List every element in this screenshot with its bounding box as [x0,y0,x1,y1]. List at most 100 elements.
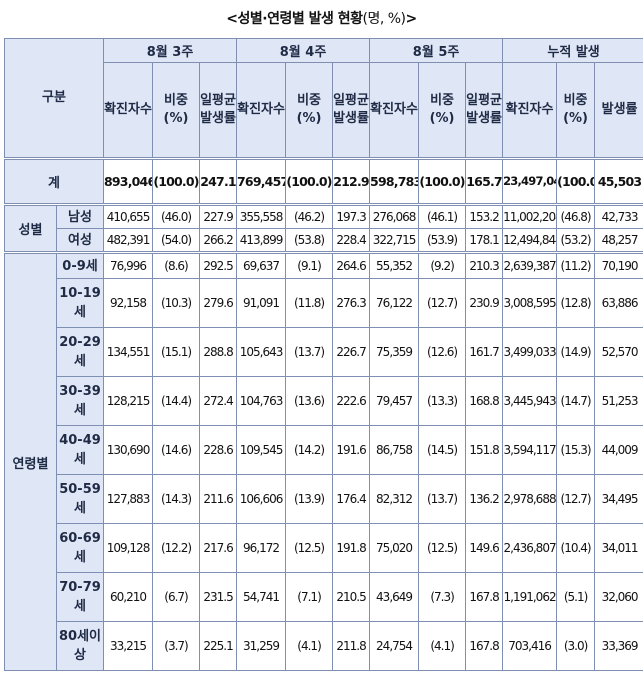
table-cell: (7.1) [285,572,334,622]
table-cell: (46.8) [556,203,596,229]
table-cell: (11.8) [285,278,334,328]
row-label: 40-49세 [55,425,105,475]
table-cell: 105,643 [236,327,287,377]
table-cell: 191.6 [332,425,371,475]
table-cell: 92,158 [103,278,154,328]
table-cell: 63,886 [594,278,643,328]
table-cell: 23,497,048 [502,157,558,205]
table-cell: (6.7) [152,572,201,622]
table-cell: 703,416 [502,621,558,671]
table-cell: 272.4 [199,376,238,426]
table-cell: 106,606 [236,474,287,524]
table-cell: 598,783 [369,157,420,205]
table-cell: 136.2 [465,474,504,524]
table-cell: 109,545 [236,425,287,475]
table-cell: (15.3) [556,425,596,475]
age-group-label: 연령별 [4,251,57,671]
table-cell: 410,655 [103,203,154,229]
table-cell: (13.9) [285,474,334,524]
table-cell: 76,996 [103,251,154,279]
table-cell: 2,436,807 [502,523,558,573]
title-end: > [405,11,418,27]
table-cell: 54,741 [236,572,287,622]
table-cell: 1,191,062 [502,572,558,622]
table-cell: (12.5) [418,523,467,573]
table-cell: 210.5 [332,572,371,622]
table-row: 여성 482,391 (54.0) 266.2 413,899 (53.8) 2… [5,228,643,253]
table-cell: 292.5 [199,251,238,279]
header-rate-cumulative: 발생률 [594,62,643,159]
table-cell: (54.0) [152,228,201,253]
row-label: 0-9세 [55,251,105,279]
header-rate-1: 일평균발생률 [199,62,238,159]
table-cell: 168.8 [465,376,504,426]
table-cell: 33,215 [103,621,154,671]
header-period-2: 8월 4주 [236,38,371,63]
table-cell: 231.5 [199,572,238,622]
table-cell: 34,495 [594,474,643,524]
table-cell: 52,570 [594,327,643,377]
table-cell: 197.3 [332,203,371,229]
row-label: 10-19세 [55,278,105,328]
table-cell: 222.6 [332,376,371,426]
table-cell: (12.7) [556,474,596,524]
table-cell: 3,499,033 [502,327,558,377]
table-row: 60-69세 109,128 (12.2) 217.6 96,172 (12.5… [5,523,643,573]
table-cell: 3,445,943 [502,376,558,426]
table-cell: 45,503 [594,157,643,205]
table-cell: 75,359 [369,327,420,377]
table-cell: 230.9 [465,278,504,328]
sex-group-label: 성별 [4,203,57,253]
table-cell: (14.6) [152,425,201,475]
table-cell: 769,457 [236,157,287,205]
table-cell: 276,068 [369,203,420,229]
table-title: <성별·연령별 발생 현황(명, %)> [0,8,643,28]
table-cell: (46.0) [152,203,201,229]
table-cell: (53.8) [285,228,334,253]
header-cases-2: 확진자수 [236,62,287,159]
table-cell: (15.1) [152,327,201,377]
table-cell: 51,253 [594,376,643,426]
table-cell: 322,715 [369,228,420,253]
table-cell: (14.5) [418,425,467,475]
table-row: 연령별 0-9세 76,996 (8.6) 292.5 69,637 (9.1)… [4,251,643,671]
table-cell: 82,312 [369,474,420,524]
table-cell: (7.3) [418,572,467,622]
table-cell: 134,551 [103,327,154,377]
table-cell: (14.7) [556,376,596,426]
table-cell: 167.8 [465,572,504,622]
row-label: 60-69세 [55,523,105,573]
table-cell: (53.9) [418,228,467,253]
table-cell: 153.2 [465,203,504,229]
table-cell: 104,763 [236,376,287,426]
table-cell: 227.9 [199,203,238,229]
table-cell: (3.0) [556,621,596,671]
table-cell: 167.8 [465,621,504,671]
header-share-1: 비중(%) [152,62,201,159]
table-cell: 482,391 [103,228,154,253]
table-cell: 34,011 [594,523,643,573]
table-cell: 228.4 [332,228,371,253]
header-share-3: 비중(%) [418,62,467,159]
header-rate-3: 일평균발생률 [465,62,504,159]
table-cell: 151.8 [465,425,504,475]
table-cell: (13.7) [418,474,467,524]
table-cell: (100.0) [556,157,596,205]
header-share-cumulative: 비중(%) [556,62,596,159]
table-cell: 33,369 [594,621,643,671]
table-cell: 3,594,117 [502,425,558,475]
table-cell: (53.2) [556,228,596,253]
table-cell: 44,009 [594,425,643,475]
table-cell: 3,008,595 [502,278,558,328]
table-cell: 893,046 [103,157,154,205]
table-cell: 212.9 [332,157,371,205]
table-cell: (9.1) [285,251,334,279]
status-table: 구분 8월 3주 8월 4주 8월 5주 누적 발생 확진자수 비중(%) 일평… [3,38,643,671]
table-cell: 69,637 [236,251,287,279]
table-row: 20-29세 134,551 (15.1) 288.8 105,643 (13.… [5,327,643,377]
table-cell: 48,257 [594,228,643,253]
title-text: <성별·연령별 발생 현황 [226,11,363,27]
table-cell: 288.8 [199,327,238,377]
table-cell: (100.0) [152,157,201,205]
table-cell: 60,210 [103,572,154,622]
